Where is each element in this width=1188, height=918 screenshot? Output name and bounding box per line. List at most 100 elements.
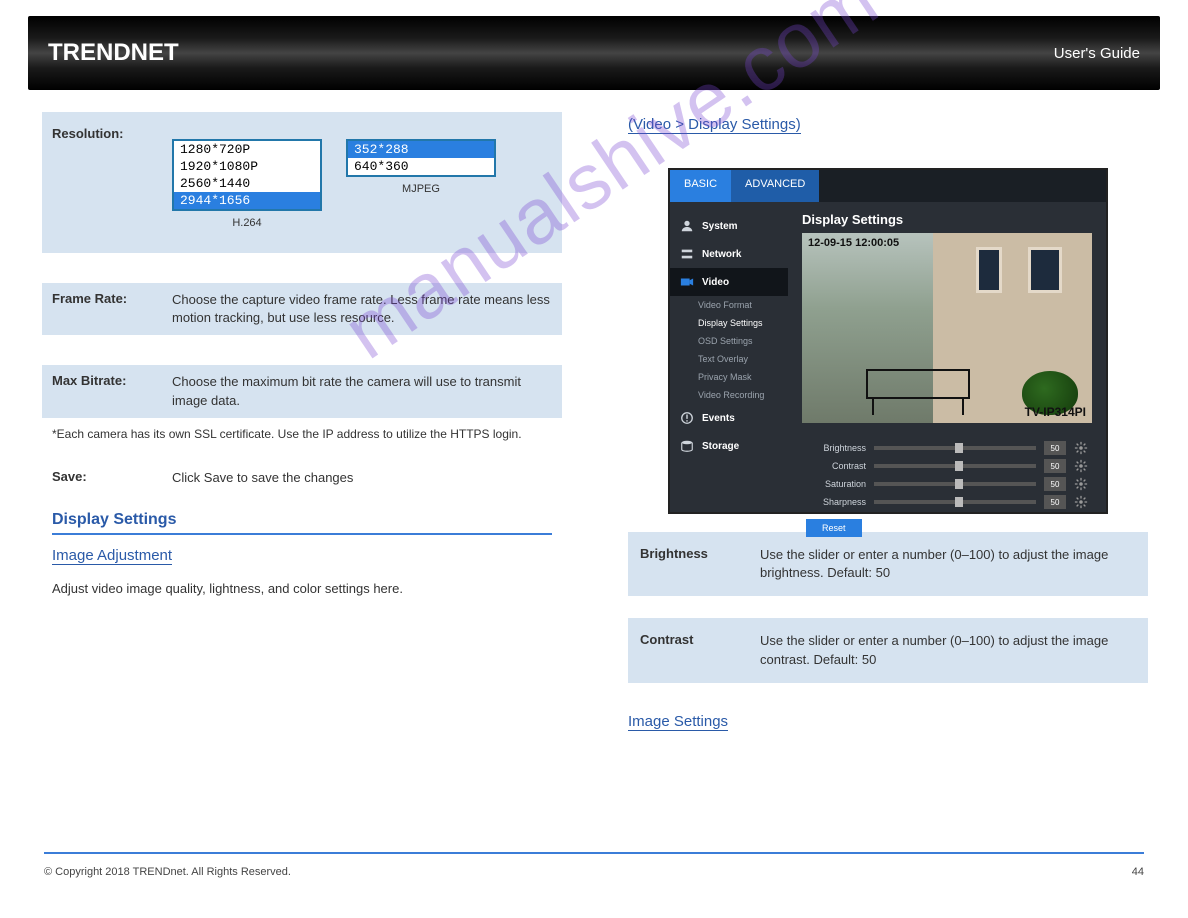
framerate-row: Frame Rate: Choose the capture video fra… bbox=[42, 283, 562, 335]
slider-row-sharpness: Sharpness 50 bbox=[806, 495, 1088, 509]
saturation-slider[interactable] bbox=[874, 482, 1036, 486]
brand-logo: TRENDNET bbox=[48, 39, 179, 67]
slider-knob[interactable] bbox=[955, 461, 963, 471]
sidebar-sub-video-recording[interactable]: Video Recording bbox=[670, 386, 788, 404]
slider-label: Contrast bbox=[806, 461, 866, 471]
footer-rule bbox=[44, 852, 1144, 854]
sidebar-sub-privacy-mask[interactable]: Privacy Mask bbox=[670, 368, 788, 386]
device-main: Display Settings 12-09-15 12:00:05 TV-IP… bbox=[788, 202, 1106, 512]
bitrate-key: Max Bitrate: bbox=[52, 373, 172, 409]
sidebar-sub-text-overlay[interactable]: Text Overlay bbox=[670, 350, 788, 368]
bitrate-row: Max Bitrate: Choose the maximum bit rate… bbox=[42, 365, 562, 417]
res-opt[interactable]: 2560*1440 bbox=[174, 175, 320, 192]
slider-label: Sharpness bbox=[806, 497, 866, 507]
bitrate-val: Choose the maximum bit rate the camera w… bbox=[172, 373, 552, 409]
right-column: (Video > Display Settings) BASIC ADVANCE… bbox=[628, 112, 1148, 741]
res-opt[interactable]: 640*360 bbox=[348, 158, 494, 175]
left-column: Resolution: 1280*720P 1920*1080P 2560*14… bbox=[42, 112, 562, 616]
image-settings-link[interactable]: Image Settings bbox=[628, 713, 728, 731]
sidebar-label: System bbox=[702, 221, 738, 232]
sidebar-item-storage[interactable]: Storage bbox=[670, 432, 788, 460]
res-opt[interactable]: 1280*720P bbox=[174, 141, 320, 158]
slider-knob[interactable] bbox=[955, 497, 963, 507]
slider-knob[interactable] bbox=[955, 443, 963, 453]
sidebar-sub-display-settings[interactable]: Display Settings bbox=[670, 314, 788, 332]
slider-value[interactable]: 50 bbox=[1044, 495, 1066, 509]
brightness-slider[interactable] bbox=[874, 446, 1036, 450]
slider-label: Saturation bbox=[806, 479, 866, 489]
res-opt-selected[interactable]: 352*288 bbox=[348, 141, 494, 158]
tab-basic[interactable]: BASIC bbox=[670, 170, 731, 202]
page-body: Resolution: 1280*720P 1920*1080P 2560*14… bbox=[28, 90, 1160, 918]
slider-label: Brightness bbox=[806, 443, 866, 453]
slider-value[interactable]: 50 bbox=[1044, 459, 1066, 473]
sidebar-item-system[interactable]: System bbox=[670, 212, 788, 240]
device-tabs: BASIC ADVANCED bbox=[670, 170, 1106, 202]
camera-preview: 12-09-15 12:00:05 TV-IP314PI bbox=[802, 233, 1092, 423]
slider-value[interactable]: 50 bbox=[1044, 441, 1066, 455]
bench bbox=[866, 369, 970, 399]
sidebar-sub-osd-settings[interactable]: OSD Settings bbox=[670, 332, 788, 350]
footer-copyright: © Copyright 2018 TRENDnet. All Rights Re… bbox=[44, 866, 291, 878]
video-icon bbox=[680, 275, 694, 289]
sidebar-sub-video-format[interactable]: Video Format bbox=[670, 296, 788, 314]
sidebar-item-network[interactable]: Network bbox=[670, 240, 788, 268]
network-icon bbox=[680, 247, 694, 261]
footer-page-number: 44 bbox=[1132, 866, 1144, 878]
save-key: Save: bbox=[52, 469, 172, 487]
resolution-row: Resolution: 1280*720P 1920*1080P 2560*14… bbox=[42, 112, 562, 253]
contrast-row: Contrast Use the slider or enter a numbe… bbox=[628, 618, 1148, 682]
image-adjustment-body: Adjust video image quality, lightness, a… bbox=[52, 579, 552, 599]
header-subtitle: User's Guide bbox=[1054, 45, 1140, 62]
slider-row-contrast: Contrast 50 bbox=[806, 459, 1088, 473]
sidebar-label: Events bbox=[702, 413, 735, 424]
sidebar-item-events[interactable]: Events bbox=[670, 404, 788, 432]
gear-icon[interactable] bbox=[1074, 441, 1088, 455]
reset-button[interactable]: Reset bbox=[806, 519, 862, 537]
tab-advanced[interactable]: ADVANCED bbox=[731, 170, 819, 202]
header-banner: TRENDNET User's Guide bbox=[28, 16, 1160, 90]
mjpeg-sublabel: MJPEG bbox=[346, 183, 496, 195]
sidebar-item-video[interactable]: Video bbox=[670, 268, 788, 296]
sidebar-label: Network bbox=[702, 249, 741, 260]
save-val: Click Save to save the changes bbox=[172, 469, 552, 487]
slider-row-saturation: Saturation 50 bbox=[806, 477, 1088, 491]
preview-model: TV-IP314PI bbox=[1025, 405, 1086, 419]
storage-icon bbox=[680, 439, 694, 453]
slider-row-brightness: Brightness 50 bbox=[806, 441, 1088, 455]
system-icon bbox=[680, 219, 694, 233]
sidebar-label: Storage bbox=[702, 441, 739, 452]
embedded-device-screenshot: BASIC ADVANCED System Network Video bbox=[668, 168, 1108, 514]
display-settings-heading: Display Settings bbox=[52, 507, 552, 535]
slider-knob[interactable] bbox=[955, 479, 963, 489]
framerate-key: Frame Rate: bbox=[52, 291, 172, 327]
device-sidebar: System Network Video Video Format Displa… bbox=[670, 202, 788, 512]
slider-value[interactable]: 50 bbox=[1044, 477, 1066, 491]
events-icon bbox=[680, 411, 694, 425]
slider-panel: Brightness 50 Contrast 50 Satura bbox=[802, 433, 1092, 549]
sharpness-slider[interactable] bbox=[874, 500, 1036, 504]
gear-icon[interactable] bbox=[1074, 495, 1088, 509]
video-display-settings-link[interactable]: (Video > Display Settings) bbox=[628, 116, 801, 134]
device-main-title: Display Settings bbox=[802, 212, 1092, 227]
gear-icon[interactable] bbox=[1074, 459, 1088, 473]
brightness-key: Brightness bbox=[640, 546, 760, 582]
save-row: Save: Click Save to save the changes bbox=[42, 463, 562, 493]
contrast-slider[interactable] bbox=[874, 464, 1036, 468]
house-window bbox=[976, 247, 1002, 293]
image-adjustment-link[interactable]: Image Adjustment bbox=[52, 547, 172, 565]
res-opt-selected[interactable]: 2944*1656 bbox=[174, 192, 320, 209]
contrast-val: Use the slider or enter a number (0–100)… bbox=[760, 632, 1136, 668]
resolution-label: Resolution: bbox=[52, 126, 172, 141]
sidebar-label: Video bbox=[702, 277, 729, 288]
house-window bbox=[1028, 247, 1062, 293]
brightness-val: Use the slider or enter a number (0–100)… bbox=[760, 546, 1136, 582]
ssl-note: *Each camera has its own SSL certificate… bbox=[52, 426, 552, 443]
h264-sublabel: H.264 bbox=[172, 217, 322, 229]
framerate-val: Choose the capture video frame rate. Les… bbox=[172, 291, 552, 327]
preview-timestamp: 12-09-15 12:00:05 bbox=[808, 237, 899, 249]
gear-icon[interactable] bbox=[1074, 477, 1088, 491]
resolution-h264-list[interactable]: 1280*720P 1920*1080P 2560*1440 2944*1656 bbox=[172, 139, 322, 211]
res-opt[interactable]: 1920*1080P bbox=[174, 158, 320, 175]
resolution-mjpeg-list[interactable]: 352*288 640*360 bbox=[346, 139, 496, 177]
